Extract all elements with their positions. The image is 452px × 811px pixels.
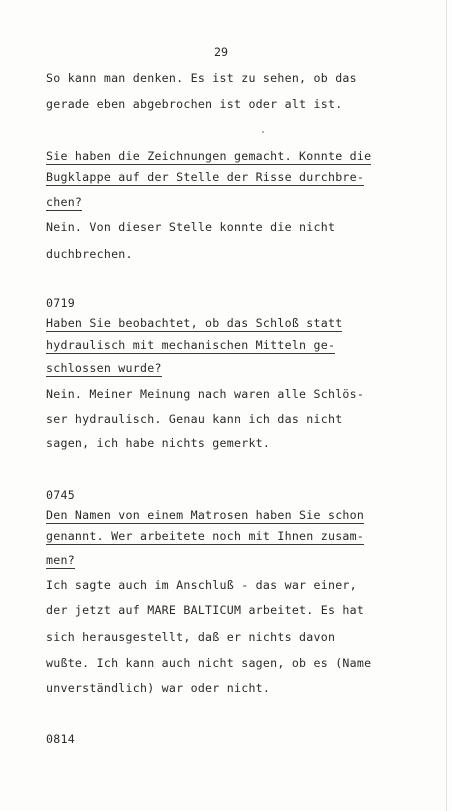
question-line: hydraulisch mit mechanischen Mitteln ge- — [46, 338, 336, 354]
answer-line: unverständlich) war oder nicht. — [46, 681, 271, 695]
text-line: So kann man denken. Es ist zu sehen, ob … — [46, 71, 357, 85]
question-line: men? — [46, 553, 75, 569]
question-line: Sie haben die Zeichnungen gemacht. Konnt… — [46, 149, 372, 165]
answer-line: sagen, ich habe nichts gemerkt. — [46, 436, 271, 450]
question-line: chen? — [46, 195, 83, 211]
question-line: Den Namen von einem Matrosen haben Sie s… — [46, 508, 365, 524]
question-line: genannt. Wer arbeitete noch mit Ihnen zu… — [46, 529, 365, 545]
question-line: Bugklappe auf der Stelle der Risse durch… — [46, 170, 365, 186]
timestamp: 0745 — [46, 488, 75, 502]
speck — [262, 131, 264, 133]
question-line: Haben Sie beobachtet, ob das Schloß stat… — [46, 316, 343, 332]
text-line: gerade eben abgebrochen ist oder alt ist… — [46, 97, 343, 111]
answer-line: ser hydraulisch. Genau kann ich das nich… — [46, 412, 343, 426]
question-line: schlossen wurde? — [46, 361, 162, 377]
answer-line: der jetzt auf MARE BALTICUM arbeitet. Es… — [46, 603, 365, 617]
answer-line: Nein. Meiner Meinung nach waren alle Sch… — [46, 387, 365, 401]
answer-line: sich herausgestellt, daß er nichts davon — [46, 630, 336, 644]
answer-line: Nein. Von dieser Stelle konnte die nicht — [46, 220, 336, 234]
answer-line: duchbrechen. — [46, 247, 133, 261]
answer-line: Ich sagte auch im Anschluß - das war ein… — [46, 578, 357, 592]
page-number: 29 — [214, 45, 228, 59]
answer-line: wußte. Ich kann auch nicht sagen, ob es … — [46, 656, 372, 670]
timestamp: 0719 — [46, 296, 75, 310]
page-edge — [446, 0, 447, 811]
document-page: 29 So kann man denken. Es ist zu sehen, … — [0, 0, 452, 811]
timestamp: 0814 — [46, 732, 75, 746]
